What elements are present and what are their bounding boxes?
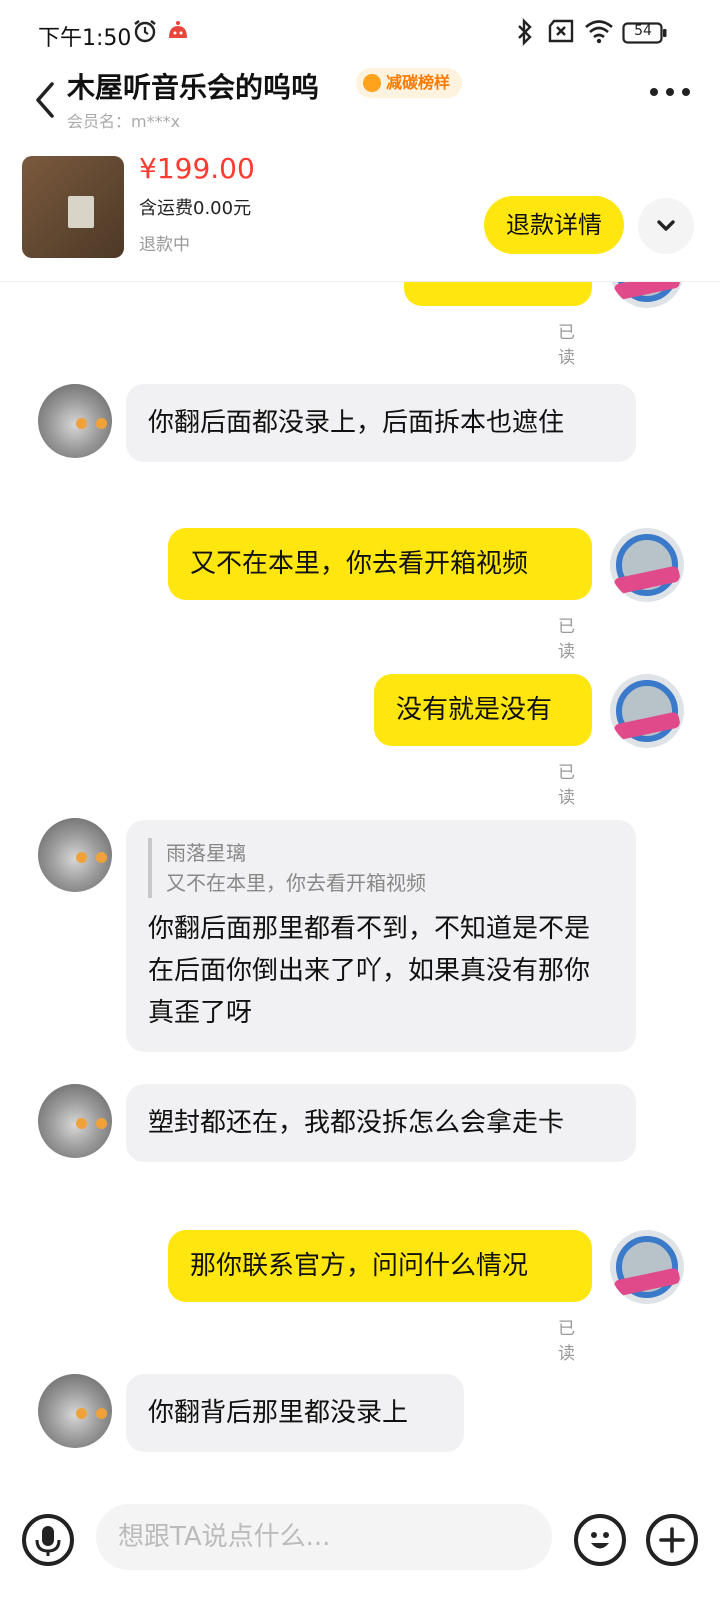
- my-avatar[interactable]: [610, 674, 684, 748]
- microphone-icon: [35, 1526, 61, 1556]
- message-bubble[interactable]: 雨落星璃 又不在本里，你去看开箱视频 你翻后面那里都看不到，不知道是不是在后面你…: [126, 820, 636, 1052]
- message-bubble[interactable]: 又不在本里，你去看开箱视频: [168, 528, 592, 600]
- my-avatar[interactable]: [610, 528, 684, 602]
- read-status: 已读: [558, 617, 575, 662]
- read-status: 已读: [558, 1319, 575, 1364]
- shop-badge-label: 减碳榜样: [386, 73, 451, 92]
- shop-badge[interactable]: 减碳榜样: [356, 68, 463, 98]
- wifi-icon: [584, 18, 614, 48]
- emoji-icon: [591, 1532, 609, 1549]
- seller-avatar[interactable]: [38, 384, 112, 458]
- quoted-author: 雨落星璃: [166, 841, 246, 865]
- order-price: ¥199.00: [139, 152, 255, 185]
- message-input[interactable]: [96, 1504, 552, 1570]
- message-text: 你翻后面那里都看不到，不知道是不是在后面你倒出来了吖，如果真没有那你真歪了呀: [148, 914, 591, 1028]
- status-bar: 下午1:50 54: [0, 0, 720, 64]
- more-actions-button[interactable]: [646, 1514, 698, 1566]
- more-dots-icon: [650, 88, 658, 96]
- product-thumbnail[interactable]: [22, 156, 124, 258]
- message-bubble[interactable]: 没有就是没有: [374, 674, 592, 746]
- my-avatar[interactable]: [610, 282, 684, 308]
- seller-avatar[interactable]: [38, 818, 112, 892]
- emoji-button[interactable]: [574, 1514, 626, 1566]
- order-card[interactable]: ¥199.00 含运费0.00元 退款中 退款详情: [0, 142, 720, 282]
- expand-order-button[interactable]: [638, 198, 694, 254]
- more-button[interactable]: [648, 80, 692, 104]
- plus-icon: [659, 1527, 685, 1553]
- status-time: 下午1:50: [38, 26, 132, 51]
- chat-list[interactable]: 你也有视频 已读 你翻后面都没录上，后面拆本也遮住 又不在本里，你去看开箱视频 …: [0, 282, 720, 1492]
- voice-button[interactable]: [22, 1514, 74, 1566]
- my-avatar[interactable]: [610, 1230, 684, 1304]
- message-bubble[interactable]: 你也有视频: [404, 282, 592, 306]
- chevron-left-icon: [36, 82, 54, 118]
- leaf-badge-icon: [363, 74, 381, 92]
- quoted-text: 又不在本里，你去看开箱视频: [166, 871, 426, 895]
- seller-avatar[interactable]: [38, 1374, 112, 1448]
- back-button[interactable]: [26, 74, 66, 124]
- message-bubble[interactable]: 塑封都还在，我都没拆怎么会拿走卡: [126, 1084, 636, 1162]
- read-status: 已读: [558, 323, 575, 368]
- member-label: 会员名：m***x: [67, 112, 181, 131]
- no-sim-icon: [546, 18, 576, 48]
- order-shipping: 含运费0.00元: [139, 198, 252, 219]
- chat-header: 木屋听音乐会的呜呜 减碳榜样 会员名：m***x: [0, 64, 720, 134]
- battery-icon: 54: [622, 22, 668, 48]
- message-bubble[interactable]: 那你联系官方，问问什么情况: [168, 1230, 592, 1302]
- alarm-icon: [132, 18, 158, 48]
- chevron-down-icon: [657, 220, 675, 231]
- message-input-bar: [0, 1492, 720, 1600]
- message-bubble[interactable]: 你翻后面都没录上，后面拆本也遮住: [126, 384, 636, 462]
- message-bubble[interactable]: 你翻背后那里都没录上: [126, 1374, 464, 1452]
- refund-details-button[interactable]: 退款详情: [484, 196, 624, 254]
- battery-level: 54: [634, 23, 652, 39]
- seller-avatar[interactable]: [38, 1084, 112, 1158]
- app-notification-icon: [166, 18, 190, 46]
- order-status: 退款中: [139, 235, 190, 255]
- bluetooth-icon: [514, 18, 536, 50]
- read-status: 已读: [558, 763, 575, 808]
- quoted-message[interactable]: 雨落星璃 又不在本里，你去看开箱视频: [148, 838, 614, 898]
- shop-name[interactable]: 木屋听音乐会的呜呜: [67, 66, 319, 106]
